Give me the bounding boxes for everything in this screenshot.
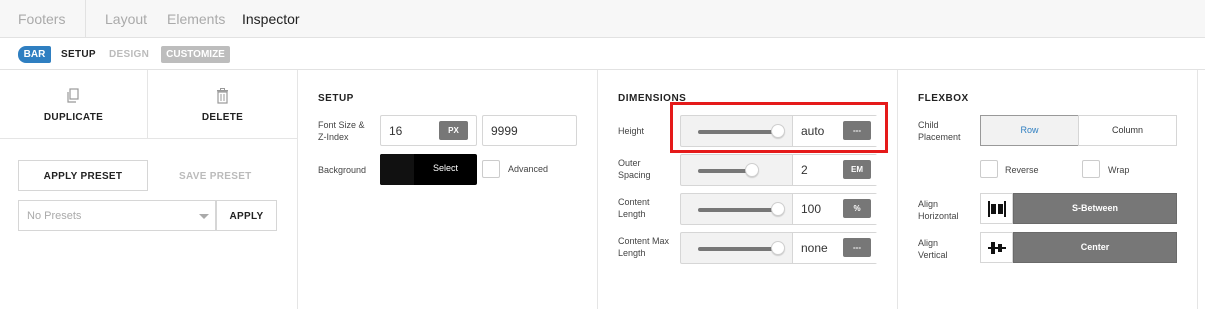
dimension-slider-control: 100% — [680, 193, 877, 225]
top-breadcrumb-bar: Footers Layout Elements Inspector — [0, 0, 1205, 38]
tab-design[interactable]: DESIGN — [109, 49, 149, 60]
space-between-icon — [988, 201, 1006, 217]
dimension-value: 100 — [801, 202, 822, 216]
presets-select-value: No Presets — [27, 210, 82, 222]
z-index-value: 9999 — [491, 124, 518, 138]
divider — [0, 138, 297, 139]
align-horizontal-label: Align Horizontal — [918, 199, 959, 221]
child-placement-label: Child Placement — [918, 120, 961, 142]
placement-column-button[interactable]: Column — [1078, 115, 1177, 146]
slider-track[interactable] — [698, 169, 752, 173]
z-index-input[interactable]: 9999 — [482, 115, 577, 146]
breadcrumb-inspector[interactable]: Inspector — [242, 11, 300, 27]
dimension-unit-button[interactable]: EM — [843, 160, 871, 179]
align-vertical-value[interactable]: Center — [1013, 232, 1177, 263]
dimension-value-input[interactable]: 2 EM — [792, 155, 877, 185]
font-size-input[interactable]: 16 PX — [380, 115, 477, 146]
font-size-value: 16 — [389, 124, 403, 138]
duplicate-label: DUPLICATE — [43, 112, 104, 123]
align-vertical-icon-button[interactable] — [980, 232, 1013, 263]
dimension-slider-control: none --- — [680, 232, 877, 264]
slider-handle[interactable] — [745, 163, 759, 177]
font-unit-button[interactable]: PX — [439, 121, 468, 140]
breadcrumb-divider — [85, 0, 86, 38]
dimension-value: none — [801, 241, 828, 255]
align-center-icon — [988, 242, 1006, 254]
align-horizontal-icon-button[interactable] — [980, 193, 1013, 224]
dimension-unit-button[interactable]: % — [843, 199, 871, 218]
save-preset-button[interactable]: SAVE PRESET — [179, 171, 252, 182]
tab-customize[interactable]: CUSTOMIZE — [161, 46, 230, 63]
dimension-value: 2 — [801, 163, 808, 177]
background-color-picker[interactable]: Select — [380, 154, 477, 185]
apply-button[interactable]: APPLY — [216, 200, 277, 231]
dimension-value-input[interactable]: 100% — [792, 194, 877, 224]
slider-handle[interactable] — [771, 241, 785, 255]
presets-select[interactable]: No Presets — [18, 200, 216, 231]
placement-row-button[interactable]: Row — [980, 115, 1079, 146]
apply-preset-button[interactable]: APPLY PRESET — [18, 160, 148, 191]
delete-label: DELETE — [201, 112, 244, 123]
wrap-label: Wrap — [1108, 165, 1130, 175]
trash-icon — [217, 88, 228, 104]
breadcrumb-footers[interactable]: Footers — [18, 11, 65, 27]
wrap-checkbox[interactable] — [1082, 160, 1100, 178]
background-swatch — [380, 154, 414, 185]
dimension-slider-control: 2 EM — [680, 154, 877, 186]
reverse-label: Reverse — [1005, 165, 1039, 175]
duplicate-icon — [67, 88, 79, 103]
align-horizontal-value[interactable]: S-Between — [1013, 193, 1177, 224]
dimension-label: Outer Spacing — [618, 158, 651, 180]
inspector-subnav: BAR SETUP DESIGN CUSTOMIZE — [0, 38, 1205, 70]
advanced-label: Advanced — [508, 164, 549, 174]
setup-title: SETUP — [318, 93, 354, 104]
tab-setup[interactable]: SETUP — [61, 49, 96, 60]
advanced-checkbox[interactable] — [482, 160, 500, 178]
dimension-unit-button[interactable]: --- — [843, 238, 871, 257]
panel-divider — [1197, 70, 1198, 309]
align-vertical-label: Align Vertical — [918, 238, 948, 260]
panel-divider — [897, 70, 898, 309]
flexbox-title: FLEXBOX — [918, 93, 969, 104]
breadcrumb-elements[interactable]: Elements — [167, 11, 225, 27]
background-select-label: Select — [432, 163, 458, 173]
slider-handle[interactable] — [771, 202, 785, 216]
slider-track[interactable] — [698, 247, 778, 251]
dimension-label: Content Max Length — [618, 236, 670, 258]
background-label: Background — [318, 165, 367, 175]
duplicate-button[interactable]: DUPLICATE — [0, 70, 147, 138]
dimension-value-input[interactable]: none --- — [792, 233, 877, 263]
element-type-badge: BAR — [18, 46, 51, 63]
chevron-down-icon — [199, 214, 209, 219]
reverse-checkbox[interactable] — [980, 160, 998, 178]
dimension-label: Height — [618, 126, 645, 136]
font-size-label: Font Size & Z-Index — [318, 120, 365, 142]
breadcrumb-layout[interactable]: Layout — [105, 11, 147, 27]
height-highlight-box — [670, 102, 888, 153]
panel-divider — [597, 70, 598, 309]
slider-track[interactable] — [698, 208, 778, 212]
dimension-label: Content Length — [618, 197, 650, 219]
delete-button[interactable]: DELETE — [148, 70, 297, 138]
panel-divider — [297, 70, 298, 309]
